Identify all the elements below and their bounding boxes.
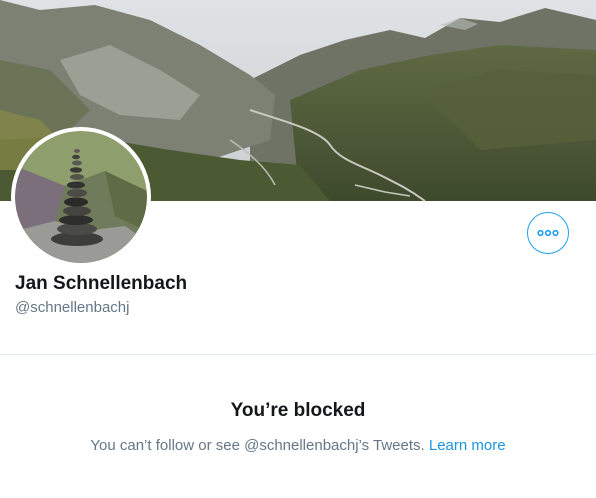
- profile-handle: @schnellenbachj: [15, 299, 130, 316]
- profile-avatar[interactable]: [11, 127, 151, 267]
- section-divider: [0, 354, 596, 355]
- more-options-button[interactable]: [527, 212, 569, 254]
- learn-more-link[interactable]: Learn more: [429, 437, 506, 454]
- profile-display-name: Jan Schnellenbach: [15, 273, 188, 294]
- blocked-title: You’re blocked: [230, 400, 366, 421]
- more-horizontal-icon: [537, 229, 559, 237]
- blocked-message-text: You can’t follow or see @schnellenbachj’…: [90, 437, 429, 454]
- profile-page: Jan Schnellenbach @schnellenbachj You’re…: [0, 0, 596, 498]
- blocked-message: You can’t follow or see @schnellenbachj’…: [0, 437, 596, 454]
